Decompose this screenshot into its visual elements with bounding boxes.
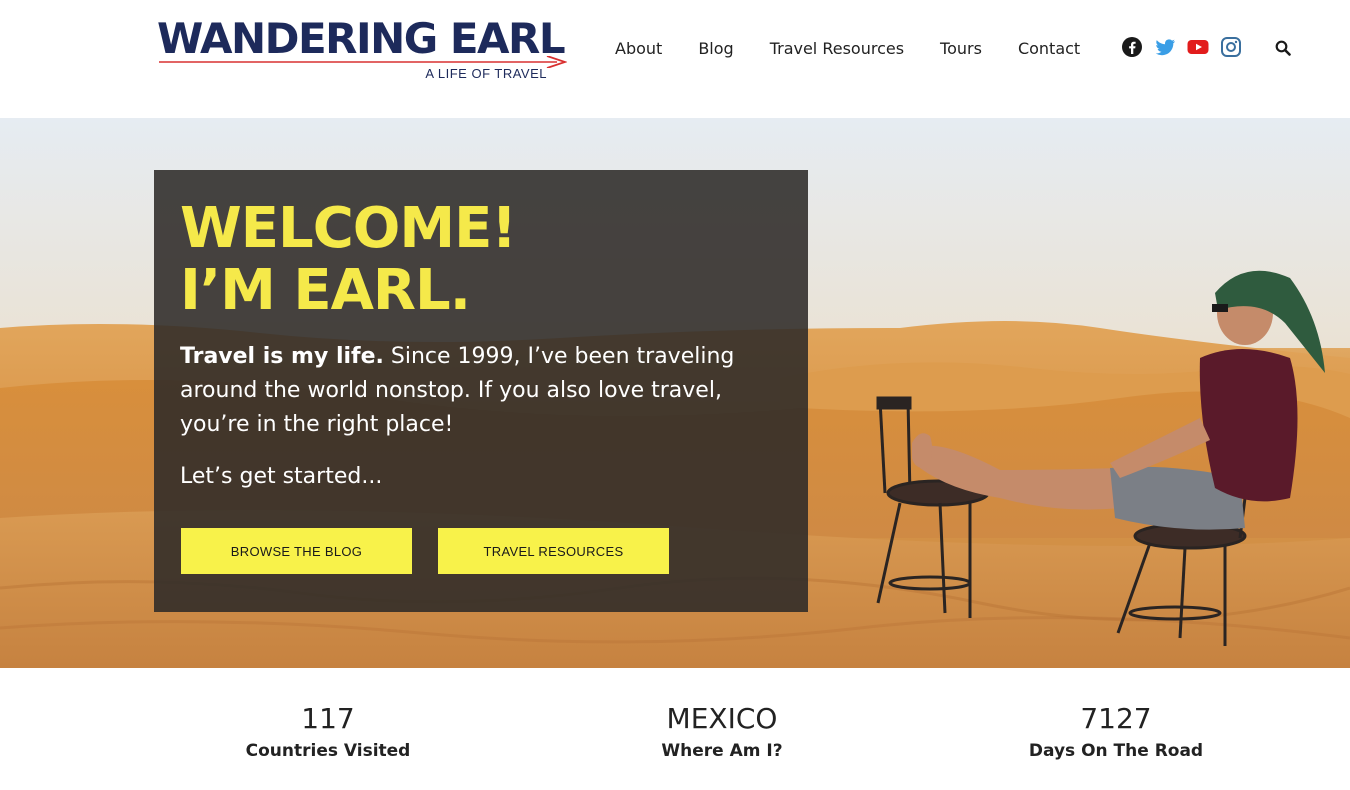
site-logo[interactable]: WANDERING EARL A LIFE OF TRAVEL	[157, 12, 569, 84]
stat-label: Countries Visited	[245, 741, 411, 761]
stat-label: Days On The Road	[1028, 741, 1204, 761]
hero-heading-line2: I’M EARL.	[180, 258, 471, 323]
site-header: WANDERING EARL A LIFE OF TRAVEL About Bl…	[0, 0, 1350, 118]
nav-contact[interactable]: Contact	[1018, 39, 1080, 58]
youtube-icon[interactable]	[1187, 36, 1209, 58]
nav-tours[interactable]: Tours	[940, 39, 982, 58]
hero-subtext: Let’s get started...	[180, 464, 383, 489]
logo-tagline: A LIFE OF TRAVEL	[425, 66, 547, 81]
search-icon[interactable]	[1275, 40, 1291, 56]
social-links	[1121, 36, 1253, 58]
hero-heading-line1: WELCOME!	[180, 196, 517, 261]
stat-days: 7127 Days On The Road	[966, 702, 1266, 761]
nav-blog[interactable]: Blog	[698, 39, 733, 58]
nav-about[interactable]: About	[615, 39, 662, 58]
stat-location: MEXICO Where Am I?	[572, 702, 872, 761]
stat-value: 117	[301, 702, 355, 735]
main-nav: About Blog Travel Resources Tours Contac…	[615, 37, 1080, 59]
welcome-card: WELCOME! I’M EARL. Travel is my life. Si…	[154, 170, 808, 612]
browse-blog-button[interactable]: BROWSE THE BLOG	[181, 528, 412, 574]
stat-value: MEXICO	[666, 702, 778, 735]
facebook-icon[interactable]	[1121, 36, 1143, 58]
stats-bar: 117 Countries Visited MEXICO Where Am I?…	[0, 668, 1350, 790]
stat-countries: 117 Countries Visited	[178, 702, 478, 761]
nav-travel-resources[interactable]: Travel Resources	[770, 39, 904, 58]
hero-heading: WELCOME! I’M EARL.	[180, 196, 517, 323]
hero-intro-bold: Travel is my life.	[180, 344, 384, 369]
stat-label: Where Am I?	[661, 741, 783, 761]
hero-section: WELCOME! I’M EARL. Travel is my life. Si…	[0, 118, 1350, 668]
travel-resources-button[interactable]: TRAVEL RESOURCES	[438, 528, 669, 574]
stat-value: 7127	[1080, 702, 1152, 735]
twitter-icon[interactable]	[1154, 36, 1176, 58]
instagram-icon[interactable]	[1220, 36, 1242, 58]
hero-intro: Travel is my life. Since 1999, I’ve been…	[180, 340, 780, 442]
